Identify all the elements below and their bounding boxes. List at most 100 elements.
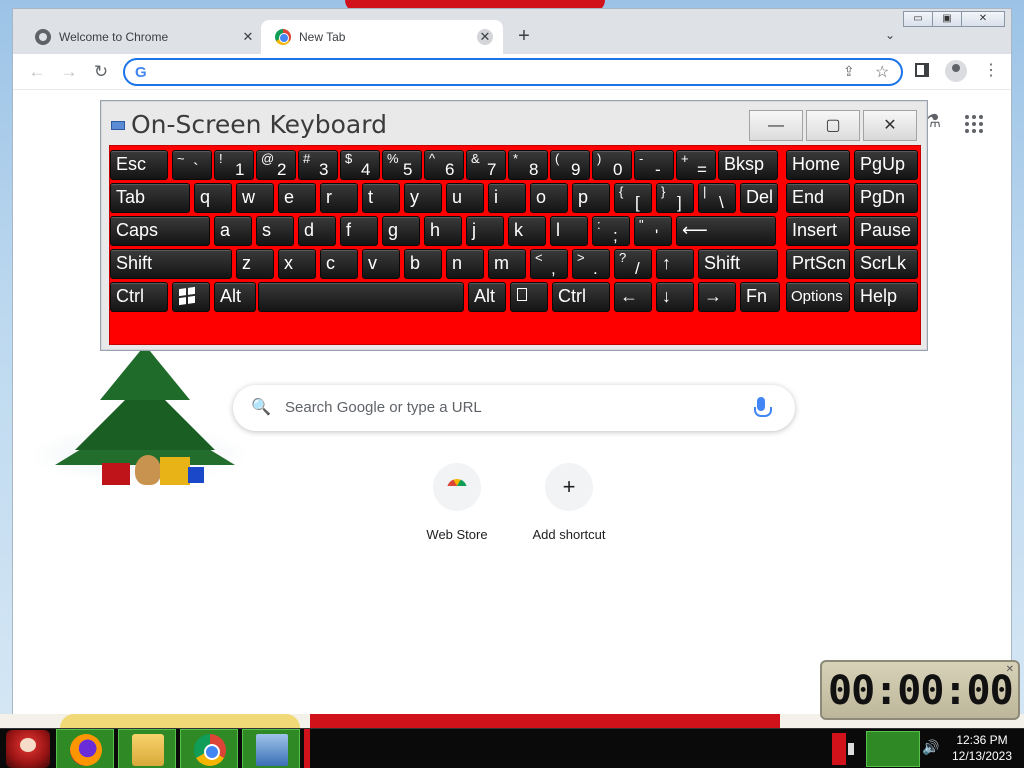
key-0[interactable]: ) 0	[592, 150, 632, 180]
key-c[interactable]: c	[320, 249, 358, 279]
taskbar-clock[interactable]: 12:36 PM 12/13/2023	[944, 732, 1020, 764]
key-e[interactable]: e	[278, 183, 316, 213]
key-insert[interactable]: Insert	[786, 216, 850, 246]
close-window-button[interactable]: ✕	[961, 11, 1005, 27]
key-↓[interactable]: ↓	[656, 282, 694, 312]
key-options[interactable]: Options	[786, 282, 850, 312]
key-z[interactable]: z	[236, 249, 274, 279]
key-2[interactable]: @2	[256, 150, 296, 180]
key-space[interactable]	[258, 282, 464, 312]
key-caps[interactable]: Caps	[110, 216, 210, 246]
menu-key[interactable]	[510, 282, 548, 312]
key-d[interactable]: d	[298, 216, 336, 246]
key-x[interactable]: x	[278, 249, 316, 279]
taskbar-file-explorer[interactable]	[118, 729, 176, 768]
key-→[interactable]: →	[698, 282, 736, 312]
key-j[interactable]: j	[466, 216, 504, 246]
reload-button[interactable]: ↻	[89, 60, 113, 84]
bookmark-star-icon[interactable]: ☆	[875, 62, 889, 82]
key-3[interactable]: #3	[298, 150, 338, 180]
key-alt[interactable]: Alt	[468, 282, 506, 312]
key-g[interactable]: g	[382, 216, 420, 246]
key-r[interactable]: r	[320, 183, 358, 213]
back-button[interactable]: ←	[25, 60, 49, 84]
taskbar-chrome[interactable]	[180, 729, 238, 768]
close-icon[interactable]: ✕	[1006, 664, 1014, 675]
key-=[interactable]: + =	[676, 150, 716, 180]
key-ctrl[interactable]: Ctrl	[110, 282, 168, 312]
show-hidden-icons[interactable]	[848, 743, 854, 755]
share-icon[interactable]: ⇪	[843, 63, 855, 80]
key-s[interactable]: s	[256, 216, 294, 246]
minimize-button[interactable]: ▭	[903, 11, 933, 27]
forward-button[interactable]: →	[57, 60, 81, 84]
taskbar-firefox[interactable]	[56, 729, 114, 768]
key-tab[interactable]: Tab	[110, 183, 190, 213]
menu-kebab-icon[interactable]: ⋮	[983, 60, 999, 80]
maximize-button[interactable]: ▣	[932, 11, 962, 27]
profile-avatar[interactable]	[945, 60, 967, 82]
key-'[interactable]: " '	[634, 216, 672, 246]
key-q[interactable]: q	[194, 183, 232, 213]
shortcut-web-store[interactable]: Web Store	[407, 463, 507, 542]
key-4[interactable]: $4	[340, 150, 380, 180]
key-esc[interactable]: Esc	[110, 150, 168, 180]
key-n[interactable]: n	[446, 249, 484, 279]
key-u[interactable]: u	[446, 183, 484, 213]
key-k[interactable]: k	[508, 216, 546, 246]
windows-key[interactable]	[172, 282, 210, 312]
volume-icon[interactable]: 🔊	[922, 739, 939, 756]
chevron-down-icon[interactable]: ⌄	[885, 28, 895, 42]
key-/[interactable]: ? /	[614, 249, 652, 279]
key-o[interactable]: o	[530, 183, 568, 213]
side-panel-icon[interactable]	[915, 63, 929, 77]
key-7[interactable]: & 7	[466, 150, 506, 180]
key-8[interactable]: * 8	[508, 150, 548, 180]
key-pause[interactable]: Pause	[854, 216, 918, 246]
osk-minimize-button[interactable]: —	[749, 110, 803, 141]
key-i[interactable]: i	[488, 183, 526, 213]
key-↑[interactable]: ↑	[656, 249, 694, 279]
key-y[interactable]: y	[404, 183, 442, 213]
key-ctrl[interactable]: Ctrl	[552, 282, 610, 312]
key-v[interactable]: v	[362, 249, 400, 279]
timer-widget[interactable]: 00:00:00 ✕	[820, 660, 1020, 720]
key-\[interactable]: | \	[698, 183, 736, 213]
ntp-search-box[interactable]: 🔍 Search Google or type a URL	[233, 385, 795, 431]
new-tab-button[interactable]: +	[513, 26, 535, 48]
microphone-icon[interactable]	[754, 397, 772, 417]
key-.[interactable]: >.	[572, 249, 610, 279]
key-shift[interactable]: Shift	[110, 249, 232, 279]
key-5[interactable]: % 5	[382, 150, 422, 180]
key-prtscn[interactable]: PrtScn	[786, 249, 850, 279]
key-enter[interactable]: ⟵	[676, 216, 776, 246]
key-bksp[interactable]: Bksp	[718, 150, 778, 180]
key-w[interactable]: w	[236, 183, 274, 213]
key-1[interactable]: ! 1	[214, 150, 254, 180]
tray-icons[interactable]	[866, 731, 920, 767]
key-[[interactable]: {[	[614, 183, 652, 213]
tab-close-icon[interactable]: ✕	[240, 29, 256, 45]
tab-welcome[interactable]: Welcome to Chrome ✕	[21, 20, 266, 54]
key-pgup[interactable]: PgUp	[854, 150, 918, 180]
google-apps-icon[interactable]	[965, 115, 985, 135]
tab-new-tab[interactable]: New Tab ✕	[261, 20, 503, 54]
key-del[interactable]: Del	[740, 183, 778, 213]
tab-close-icon[interactable]: ✕	[477, 29, 493, 45]
shortcut-add[interactable]: + Add shortcut	[519, 463, 619, 542]
key--[interactable]: --	[634, 150, 674, 180]
key-alt[interactable]: Alt	[214, 282, 256, 312]
key-fn[interactable]: Fn	[740, 282, 780, 312]
key-h[interactable]: h	[424, 216, 462, 246]
key-f[interactable]: f	[340, 216, 378, 246]
address-bar[interactable]: G ⇪ ☆	[123, 58, 903, 86]
key-b[interactable]: b	[404, 249, 442, 279]
key-;[interactable]: :;	[592, 216, 630, 246]
osk-close-button[interactable]: ✕	[863, 110, 917, 141]
key-home[interactable]: Home	[786, 150, 850, 180]
key-shift[interactable]: Shift	[698, 249, 778, 279]
key-help[interactable]: Help	[854, 282, 918, 312]
start-button[interactable]	[6, 730, 50, 768]
key-end[interactable]: End	[786, 183, 850, 213]
taskbar-on-screen-keyboard[interactable]	[242, 729, 300, 768]
